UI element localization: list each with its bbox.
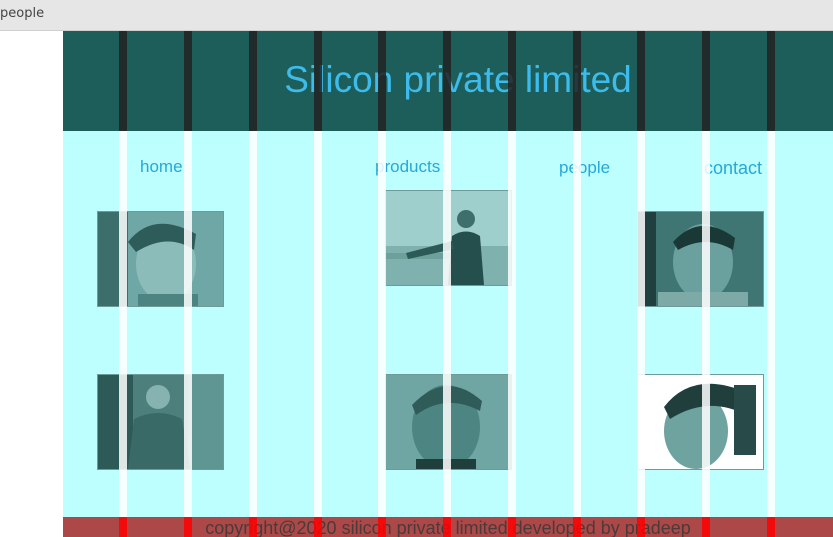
person-photo-5 (385, 374, 512, 470)
nav-people-link[interactable]: people (559, 158, 610, 178)
site-title: Silicon private limited (284, 59, 632, 100)
nav-home-link[interactable]: home (140, 157, 183, 177)
person-photo-4 (97, 374, 224, 470)
person-photo-6 (637, 374, 764, 470)
person-photo-1 (97, 211, 224, 307)
person-photo-2 (385, 190, 512, 286)
nav-products-link[interactable]: products (375, 157, 440, 177)
site-header: Silicon private limited (63, 31, 833, 131)
browser-tab-title[interactable]: people (0, 6, 44, 21)
copyright-text: copyright@2020 silicon private limited d… (205, 518, 691, 537)
main-content: home products people contact (63, 131, 833, 517)
person-photo-3 (637, 211, 764, 307)
nav-contact-link[interactable]: contact (704, 158, 762, 179)
browser-tab-bar: people (0, 0, 833, 31)
page: Silicon private limited home products pe… (63, 31, 833, 537)
site-footer: copyright@2020 silicon private limited d… (63, 517, 833, 537)
